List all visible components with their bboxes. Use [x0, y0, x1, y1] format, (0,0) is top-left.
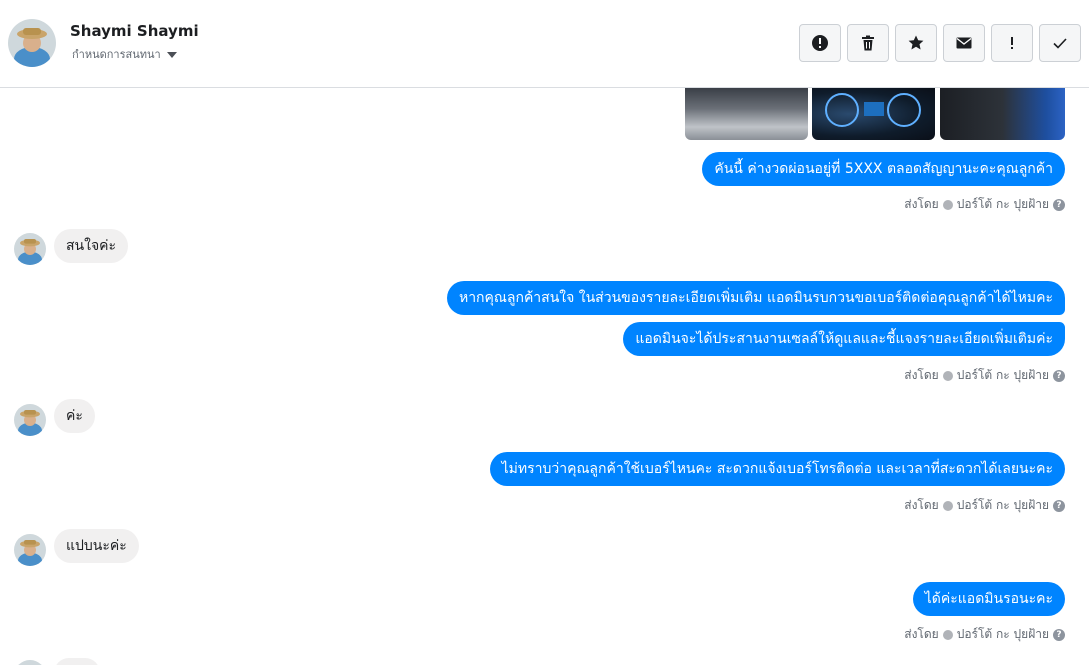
outgoing-message: แอดมินจะได้ประสานงานเซลล์ให้ดูแลและชี้แจ… [623, 322, 1065, 356]
star-icon [908, 35, 924, 50]
verified-check-icon [942, 500, 953, 511]
outgoing-message: หากคุณลูกค้าสนใจ ในส่วนของรายละเอียดเพิ่… [446, 281, 1065, 315]
incoming-message: ค่ะ [54, 399, 95, 433]
sent-by-prefix: ส่งโดย [904, 197, 939, 211]
sent-by-prefix: ส่งโดย [904, 627, 939, 641]
image-attachments [685, 88, 1065, 140]
contact-name[interactable]: Shaymi Shaymi [70, 22, 199, 40]
mail-icon [956, 37, 972, 49]
sent-by-name[interactable]: ปอร์โต้ กะ ปุยฝ้าย [957, 625, 1049, 644]
sent-by-name[interactable]: ปอร์โต้ กะ ปุยฝ้าย [957, 195, 1049, 214]
star-button[interactable] [895, 24, 937, 62]
sent-by-info: ส่งโดย ปอร์โต้ กะ ปุยฝ้าย ? [904, 625, 1065, 644]
sent-by-info: ส่งโดย ปอร์โต้ กะ ปุยฝ้าย ? [904, 195, 1065, 214]
follow-up-button[interactable] [991, 24, 1033, 62]
verified-check-icon [942, 629, 953, 640]
incoming-message: สนใจค่ะ [54, 229, 129, 263]
contact-avatar[interactable] [8, 19, 56, 67]
incoming-message-partial [54, 658, 100, 665]
assign-conversation-dropdown[interactable]: กำหนดการสนทนา [72, 45, 177, 63]
contact-avatar-small [14, 233, 46, 265]
contact-avatar-small [14, 534, 46, 566]
sent-by-info: ส่งโดย ปอร์โต้ กะ ปุยฝ้าย ? [904, 366, 1065, 385]
mark-spam-button[interactable] [799, 24, 841, 62]
sent-by-prefix: ส่งโดย [904, 368, 939, 382]
help-icon[interactable]: ? [1053, 499, 1065, 512]
sent-by-info: ส่งโดย ปอร์โต้ กะ ปุยฝ้าย ? [904, 496, 1065, 515]
delete-button[interactable] [847, 24, 889, 62]
alert-circle-icon [812, 35, 828, 51]
contact-avatar-small [14, 404, 46, 436]
sent-by-prefix: ส่งโดย [904, 498, 939, 512]
header-toolbar [799, 24, 1081, 62]
mark-done-button[interactable] [1039, 24, 1081, 62]
outgoing-message: ได้ค่ะแอดมินรอนะคะ [912, 582, 1065, 616]
check-icon [1053, 38, 1067, 49]
incoming-message: แปบนะค่ะ [54, 529, 139, 563]
sent-by-name[interactable]: ปอร์โต้ กะ ปุยฝ้าย [957, 366, 1049, 385]
sent-by-name[interactable]: ปอร์โต้ กะ ปุยฝ้าย [957, 496, 1049, 515]
mark-unread-button[interactable] [943, 24, 985, 62]
verified-check-icon [942, 370, 953, 381]
exclamation-icon [1011, 37, 1013, 49]
outgoing-message: ไม่ทราบว่าคุณลูกค้าใช้เบอร์ไหนคะ สะดวกแจ… [489, 452, 1065, 486]
conversation-header: Shaymi Shaymi กำหนดการสนทนา [0, 0, 1089, 88]
caret-down-icon [166, 51, 177, 58]
help-icon[interactable]: ? [1053, 628, 1065, 641]
car-engine-image[interactable] [685, 88, 808, 140]
assign-conversation-label: กำหนดการสนทนา [72, 48, 161, 61]
help-icon[interactable]: ? [1053, 198, 1065, 211]
trash-icon [862, 35, 874, 51]
contact-avatar-small [14, 660, 46, 665]
car-door-image[interactable] [940, 88, 1065, 140]
help-icon[interactable]: ? [1053, 369, 1065, 382]
car-dashboard-image[interactable] [812, 88, 935, 140]
outgoing-message: คันนี้ ค่างวดผ่อนอยู่ที่ 5XXX ตลอดสัญญาน… [702, 152, 1065, 186]
verified-check-icon [942, 199, 953, 210]
